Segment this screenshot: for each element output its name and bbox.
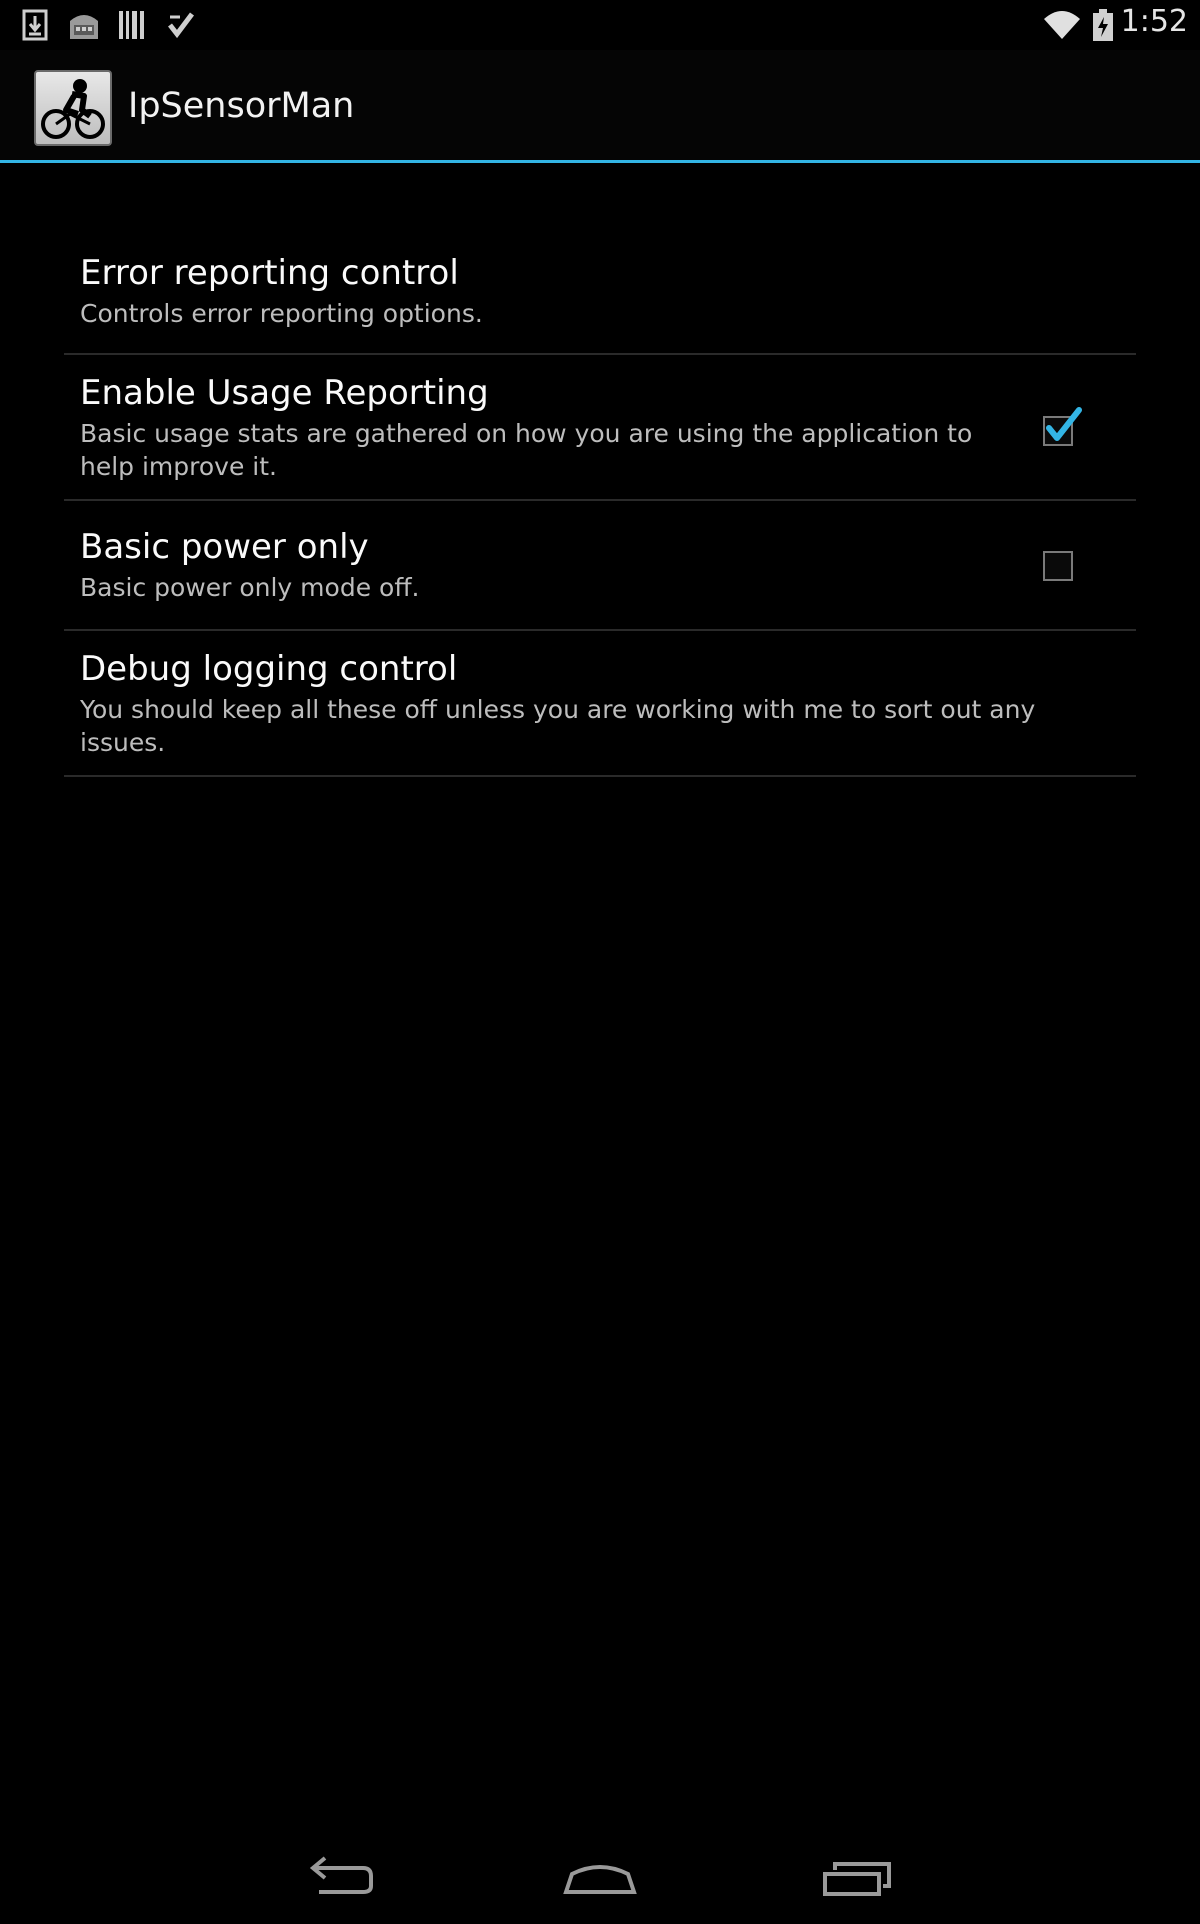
download-icon xyxy=(22,9,48,41)
pref-title: Debug logging control xyxy=(80,649,458,689)
action-bar: IpSensorMan xyxy=(0,50,1200,163)
pref-title: Basic power only xyxy=(80,527,369,567)
pref-debug-logging-control[interactable]: Debug logging control You should keep al… xyxy=(64,631,1136,777)
barcode-icon xyxy=(118,9,146,41)
preference-list: Error reporting control Controls error r… xyxy=(64,235,1136,777)
store-icon xyxy=(66,9,102,41)
app-title: IpSensorMan xyxy=(128,86,355,126)
checkmark-icon xyxy=(1046,407,1082,441)
pref-summary: Controls error reporting options. xyxy=(80,299,483,328)
bicycle-icon[interactable] xyxy=(34,70,112,146)
battery-charging-icon xyxy=(1092,9,1114,41)
pref-summary: Basic power only mode off. xyxy=(80,573,420,602)
home-icon[interactable] xyxy=(540,1830,660,1920)
wifi-icon xyxy=(1042,9,1082,41)
back-icon[interactable] xyxy=(283,1830,403,1920)
pref-summary: You should keep all these off unless you… xyxy=(80,695,1036,757)
recent-apps-icon[interactable] xyxy=(797,1830,917,1920)
pref-title: Error reporting control xyxy=(80,253,459,293)
task-check-icon xyxy=(166,9,196,41)
pref-enable-usage-reporting[interactable]: Enable Usage Reporting Basic usage stats… xyxy=(64,355,1136,501)
pref-error-reporting-control[interactable]: Error reporting control Controls error r… xyxy=(64,235,1136,355)
pref-summary: Basic usage stats are gathered on how yo… xyxy=(80,419,973,481)
navigation-bar xyxy=(0,1830,1200,1920)
clock: 1:52 xyxy=(1120,4,1188,39)
pref-title: Enable Usage Reporting xyxy=(80,373,489,413)
status-bar: 1:52 xyxy=(0,0,1200,50)
basic-power-checkbox[interactable] xyxy=(1043,551,1073,581)
usage-reporting-checkbox[interactable] xyxy=(1043,407,1082,446)
pref-basic-power-only[interactable]: Basic power only Basic power only mode o… xyxy=(64,501,1136,631)
